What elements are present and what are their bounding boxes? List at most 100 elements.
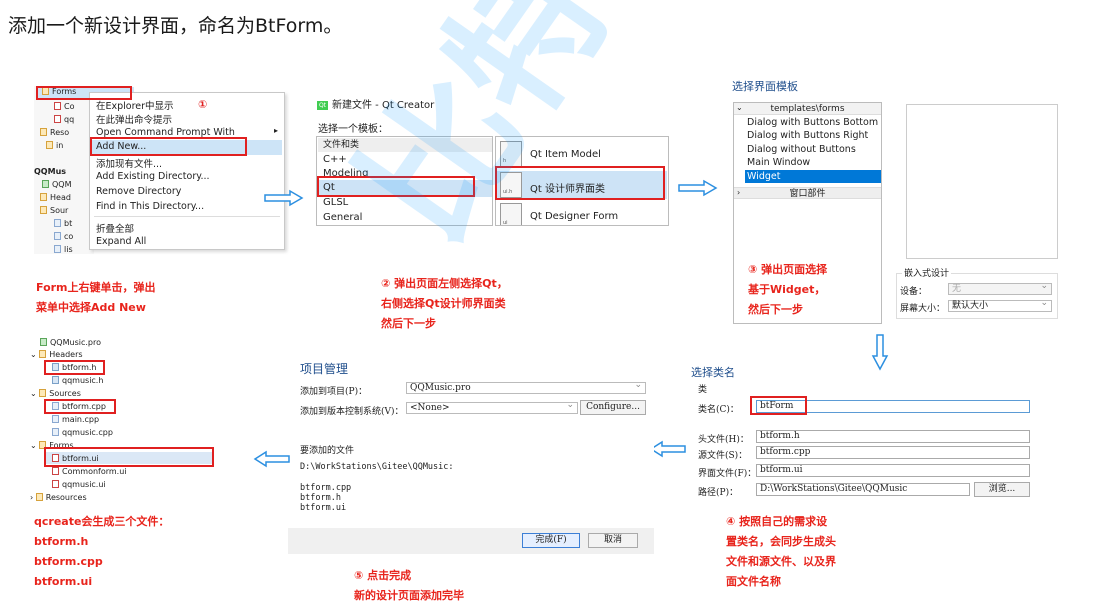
widgets-header[interactable]: › 窗口部件 [734, 187, 881, 199]
source-file-label: 源文件(S)： [698, 451, 748, 461]
template-qt-designer-form[interactable]: Qt Designer Form [530, 211, 618, 222]
template-dialog-buttons-right[interactable]: Dialog with Buttons Right [747, 130, 868, 141]
category-glsl[interactable]: GLSL [323, 197, 348, 208]
add-to-project-combo[interactable]: QQMusic.pro [406, 380, 646, 394]
step1-caption: Form上右键单击，弹出 菜单中选择Add New [36, 278, 156, 318]
page-title: 添加一个新设计界面，命名为BtForm。 [8, 15, 343, 37]
tree-item[interactable]: Head [40, 193, 71, 202]
tree-item[interactable]: Sour [40, 206, 68, 215]
tree-item[interactable]: co [54, 232, 73, 241]
dialog-title-text: 新建文件 - Qt Creator [332, 100, 435, 111]
tree-item[interactable]: bt [54, 219, 72, 228]
qt-logo-icon: Qt [317, 100, 328, 110]
caption-line: Form上右键单击，弹出 [36, 281, 156, 294]
caption-line: btform.ui [34, 575, 93, 588]
template-main-window[interactable]: Main Window [747, 157, 810, 168]
caption-line: 基于Widget， [748, 283, 826, 296]
class-name-label: 类名(C)： [698, 405, 739, 415]
file-to-add: btform.cpp [300, 483, 352, 493]
caption-line: 右侧选择Qt设计师界面类 [381, 297, 506, 310]
browse-button[interactable]: 浏览... [974, 482, 1030, 497]
highlight-box-btform-ui [44, 447, 214, 467]
tree-item-commonform-ui[interactable]: Commonform.ui [52, 467, 127, 476]
template-dialog-buttons-bottom[interactable]: Dialog with Buttons Bottom [747, 117, 878, 128]
tree-item-qqmusic-h[interactable]: qqmusic.h [52, 376, 103, 385]
header-file-icon: h [500, 141, 522, 167]
context-menu: 在Explorer中显示 在此弹出命令提示 Open Command Promp… [89, 92, 285, 250]
template-page-title: 选择界面模板 [732, 80, 798, 93]
arrow-right-icon [678, 179, 718, 197]
highlight-box-qt [317, 176, 475, 197]
device-combo[interactable]: 无 [948, 281, 1052, 295]
category-header: 文件和类 [318, 138, 492, 152]
tree-item-qqmusic-ui[interactable]: qqmusic.ui [52, 480, 106, 489]
menu-item-show-in-explorer[interactable]: 在Explorer中显示 [96, 98, 174, 112]
category-general[interactable]: General [323, 212, 362, 223]
caption-line: 然后下一步 [381, 317, 436, 330]
context-menu-screenshot: Forms Co qq Reso in QQMus QQM Head Sour … [34, 86, 285, 254]
step-badge: ① [198, 98, 208, 111]
caption-line: ④ 按照自己的需求设 [726, 515, 828, 528]
vcs-label: 添加到版本控制系统(V)： [300, 407, 404, 417]
caption-line: btform.cpp [34, 555, 103, 568]
cancel-button[interactable]: 取消 [588, 533, 638, 548]
target-directory: D:\WorkStations\Gitee\QQMusic: [300, 462, 454, 472]
tree-item[interactable]: qq [54, 115, 74, 124]
class-group-title: 类 [698, 385, 708, 395]
caption-line: 置类名，会同步生成头 [726, 535, 836, 548]
menu-item-expand-all[interactable]: Expand All [96, 236, 146, 247]
tree-item[interactable]: in [46, 141, 63, 150]
tree-item-qqmusic-cpp[interactable]: qqmusic.cpp [52, 428, 113, 437]
template-dialog-no-buttons[interactable]: Dialog without Buttons [747, 144, 856, 155]
caption-line: 然后下一步 [748, 303, 803, 316]
caption-line: 面文件名称 [726, 575, 781, 588]
finish-button[interactable]: 完成(F) [522, 533, 580, 548]
path-input[interactable]: D:\WorkStations\Gitee\QQMusic [756, 483, 970, 496]
tree-item-project-file[interactable]: QQMusic.pro [40, 338, 101, 347]
form-file-input[interactable]: btform.ui [756, 464, 1030, 477]
menu-item-add-existing-directory[interactable]: Add Existing Directory... [96, 171, 210, 182]
menu-item-collapse-all[interactable]: 折叠全部 [96, 221, 134, 235]
step4-caption: ④ 按照自己的需求设 置类名，会同步生成头 文件和源文件、以及界 面文件名称 [726, 512, 836, 592]
tree-item-sources[interactable]: ⌄ Sources [30, 389, 81, 398]
header-file-input[interactable]: btform.h [756, 430, 1030, 443]
tree-item[interactable]: Co [54, 102, 74, 111]
embedded-design-group: 嵌入式设计 设备： 无 屏幕大小： 默认大小 [896, 264, 1064, 320]
caption-line: qcreate会生成三个文件： [34, 515, 170, 528]
tree-item-headers[interactable]: ⌄ Headers [30, 350, 83, 359]
vcs-combo[interactable]: <None> [406, 400, 578, 414]
caption-line: btform.h [34, 535, 89, 548]
menu-item-remove-directory[interactable]: Remove Directory [96, 186, 181, 197]
template-widget[interactable]: Widget [747, 171, 780, 182]
menu-item-find-in-directory[interactable]: Find in This Directory... [96, 201, 204, 212]
tree-item[interactable]: Reso [40, 128, 69, 137]
file-to-add: btform.ui [300, 503, 347, 513]
caption-line: ② 弹出页面左侧选择Qt， [381, 277, 508, 290]
menu-item-open-prompt[interactable]: 在此弹出命令提示 [96, 112, 172, 126]
files-to-add-label: 要添加的文件 [300, 446, 355, 456]
header-file-label: 头文件(H)： [698, 435, 749, 445]
screen-size-label: 屏幕大小： [900, 304, 946, 314]
tree-item-main-cpp[interactable]: main.cpp [52, 415, 99, 424]
tree-item-resources[interactable]: › Resources [30, 493, 87, 502]
tree-item-project[interactable]: QQMus [34, 167, 66, 176]
arrow-down-icon [871, 334, 889, 371]
project-management-panel: 项目管理 添加到项目(P)： QQMusic.pro 添加到版本控制系统(V)：… [288, 354, 654, 552]
source-file-input[interactable]: btform.cpp [756, 446, 1030, 459]
template-tree-header[interactable]: ⌄ templates\forms [734, 103, 881, 115]
menu-item-add-existing-files[interactable]: 添加现有文件... [96, 156, 162, 170]
template-qt-item-model[interactable]: Qt Item Model [530, 149, 601, 160]
highlight-box-btform-cpp [44, 399, 116, 414]
highlight-box-btform-h [44, 360, 105, 375]
configure-button[interactable]: Configure... [580, 400, 646, 415]
result-caption: qcreate会生成三个文件： btform.h btform.cpp btfo… [34, 512, 169, 592]
screen-size-combo[interactable]: 默认大小 [948, 298, 1052, 312]
caption-line: ③ 弹出页面选择 [748, 263, 828, 276]
choose-template-label: 选择一个模板： [318, 124, 388, 135]
device-label: 设备： [900, 287, 928, 297]
tree-item[interactable]: lis [54, 245, 73, 254]
category-cpp[interactable]: C++ [323, 154, 347, 165]
caption-line: 新的设计页面添加完毕 [354, 589, 464, 602]
tree-item[interactable]: QQM [42, 180, 72, 189]
caption-line: 文件和源文件、以及界 [726, 555, 836, 568]
